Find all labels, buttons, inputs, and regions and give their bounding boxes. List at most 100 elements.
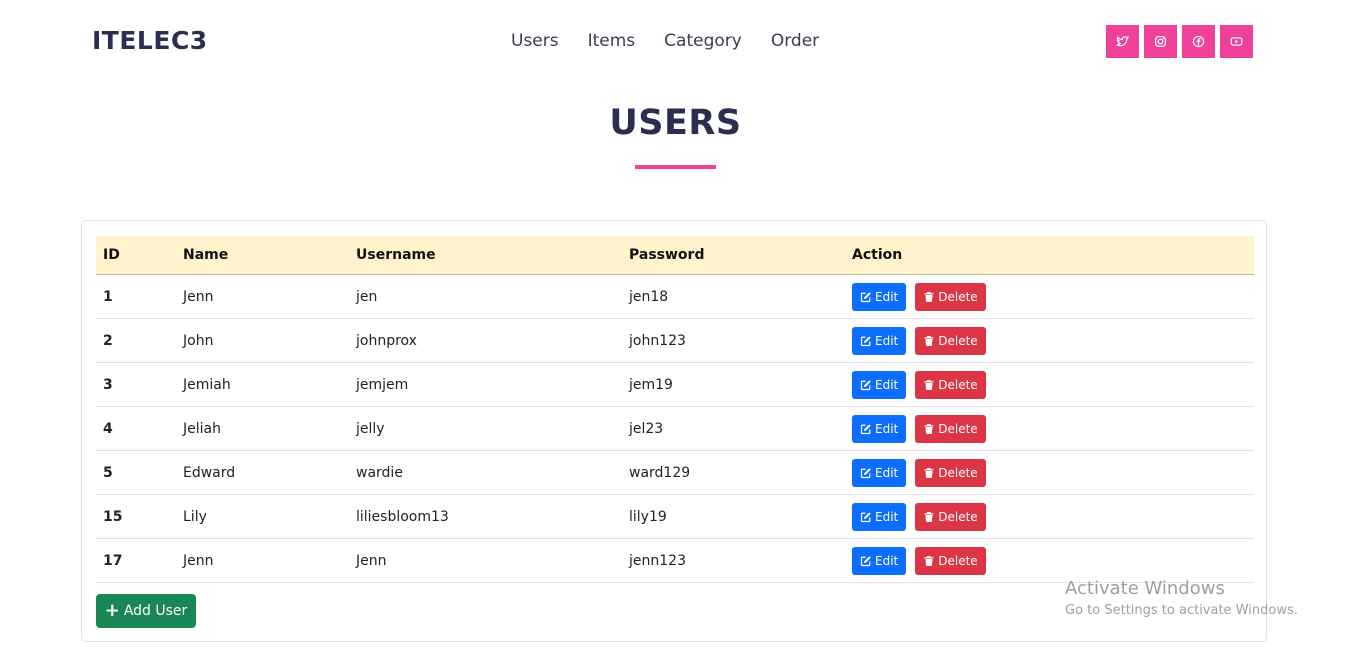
edit-label: Edit [875,465,899,480]
title-underline [635,165,716,169]
edit-icon [860,511,871,522]
edit-label: Edit [875,421,899,436]
header-id: ID [96,236,176,275]
youtube-button[interactable] [1220,25,1253,58]
cell-password: jem19 [622,362,845,407]
delete-label: Delete [938,465,978,480]
delete-button[interactable]: Delete [915,414,986,443]
table-row: 2 John johnprox john123 Edit Delete [96,318,1254,363]
edit-button[interactable]: Edit [852,370,907,399]
twitter-button[interactable] [1106,25,1139,58]
brand-logo[interactable]: ITELEC3 [92,26,208,55]
nav-items[interactable]: Items [588,31,636,51]
cell-actions: Edit Delete [845,538,1254,583]
cell-actions: Edit Delete [845,274,1254,319]
delete-label: Delete [938,377,978,392]
cell-username: jelly [349,406,622,451]
table-body: 1 Jenn jen jen18 Edit Delete 2 John johnp… [96,274,1254,583]
cell-name: Jeliah [176,406,349,451]
cell-username: johnprox [349,318,622,363]
add-user-label: Add User [123,603,188,619]
edit-button[interactable]: Edit [852,502,907,531]
cell-password: jen18 [622,274,845,319]
main-nav: Users Items Category Order [511,31,848,51]
instagram-icon [1154,35,1167,48]
cell-actions: Edit Delete [845,450,1254,495]
delete-label: Delete [938,333,978,348]
edit-icon [860,423,871,434]
edit-label: Edit [875,289,899,304]
cell-name: John [176,318,349,363]
delete-button[interactable]: Delete [915,282,986,311]
edit-button[interactable]: Edit [852,282,907,311]
table-row: 15 Lily liliesbloom13 lily19 Edit Delete [96,494,1254,539]
delete-button[interactable]: Delete [915,370,986,399]
delete-label: Delete [938,289,978,304]
table-row: 17 Jenn Jenn jenn123 Edit Delete [96,538,1254,583]
cell-actions: Edit Delete [845,362,1254,407]
edit-icon [860,291,871,302]
cell-id: 2 [96,318,176,363]
delete-button[interactable]: Delete [915,546,986,575]
edit-button[interactable]: Edit [852,414,907,443]
cell-password: john123 [622,318,845,363]
edit-button[interactable]: Edit [852,458,907,487]
facebook-button[interactable] [1182,25,1215,58]
cell-password: jel23 [622,406,845,451]
edit-icon [860,467,871,478]
instagram-button[interactable] [1144,25,1177,58]
header-username: Username [349,236,622,275]
edit-button[interactable]: Edit [852,326,907,355]
table-row: 3 Jemiah jemjem jem19 Edit Delete [96,362,1254,407]
cell-id: 3 [96,362,176,407]
cell-id: 4 [96,406,176,451]
facebook-icon [1192,35,1205,48]
plus-icon: + [104,600,120,621]
trash-icon [924,467,934,478]
edit-icon [860,379,871,390]
trash-icon [924,555,934,566]
trash-icon [924,379,934,390]
table-row: 1 Jenn jen jen18 Edit Delete [96,274,1254,319]
edit-label: Edit [875,333,899,348]
edit-label: Edit [875,553,899,568]
page-title: USERS [609,103,742,143]
delete-label: Delete [938,553,978,568]
cell-name: Jenn [176,274,349,319]
twitter-icon [1116,35,1129,47]
cell-name: Jenn [176,538,349,583]
trash-icon [924,335,934,346]
cell-username: wardie [349,450,622,495]
delete-label: Delete [938,509,978,524]
header-action: Action [845,236,1254,275]
social-links [1106,25,1258,58]
edit-label: Edit [875,377,899,392]
cell-username: jemjem [349,362,622,407]
header-name: Name [176,236,349,275]
nav-category[interactable]: Category [664,31,742,51]
cell-username: liliesbloom13 [349,494,622,539]
cell-password: ward129 [622,450,845,495]
trash-icon [924,423,934,434]
edit-icon [860,555,871,566]
edit-button[interactable]: Edit [852,546,907,575]
delete-button[interactable]: Delete [915,502,986,531]
add-user-button[interactable]: + Add User [96,594,196,628]
edit-label: Edit [875,509,899,524]
watermark-title: Activate Windows [1065,578,1225,599]
delete-label: Delete [938,421,978,436]
cell-actions: Edit Delete [845,494,1254,539]
cell-name: Edward [176,450,349,495]
youtube-icon [1230,37,1243,46]
table-row: 5 Edward wardie ward129 Edit Delete [96,450,1254,495]
delete-button[interactable]: Delete [915,458,986,487]
nav-order[interactable]: Order [771,31,819,51]
delete-button[interactable]: Delete [915,326,986,355]
header-password: Password [622,236,845,275]
nav-users[interactable]: Users [511,31,559,51]
cell-id: 1 [96,274,176,319]
cell-id: 15 [96,494,176,539]
edit-icon [860,335,871,346]
cell-id: 17 [96,538,176,583]
cell-name: Lily [176,494,349,539]
